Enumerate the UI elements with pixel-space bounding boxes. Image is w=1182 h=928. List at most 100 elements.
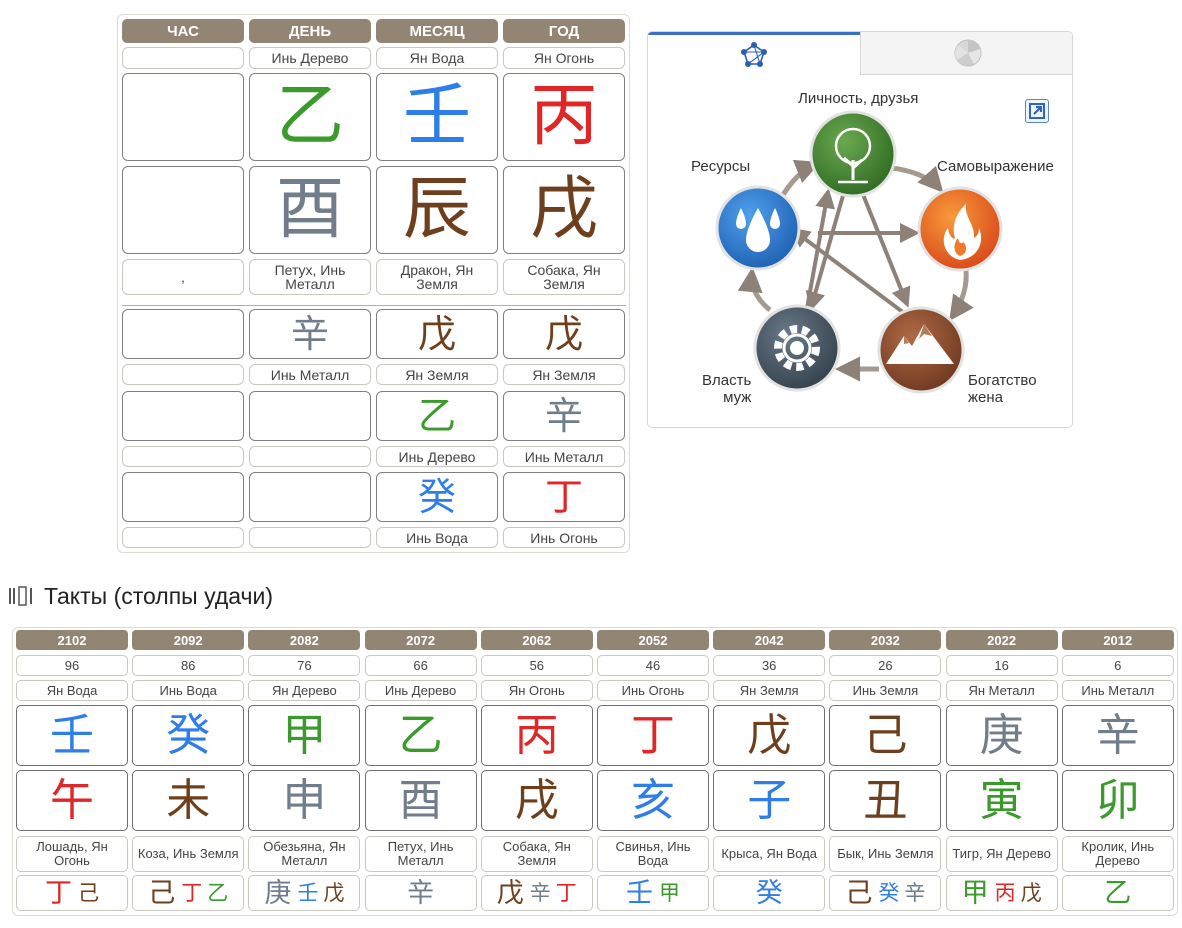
luck-stem-label: Инь Огонь bbox=[597, 680, 709, 701]
luck-branch[interactable]: 未 bbox=[132, 770, 245, 831]
luck-hidden-stems[interactable]: 己癸辛 bbox=[829, 875, 942, 911]
branch-month-text: 辰 bbox=[402, 170, 471, 249]
luck-hidden-stems[interactable]: 庚壬戊 bbox=[248, 875, 361, 911]
stem-day[interactable]: 乙 bbox=[249, 73, 371, 161]
luck-year-2052-text: 2052 bbox=[638, 632, 668, 648]
branch-label-year-text: Собака, Ян Земля bbox=[527, 262, 601, 292]
hidden-label-day-1: Инь Металл bbox=[249, 364, 371, 385]
luck-year-2082: 2082 bbox=[248, 630, 361, 650]
luck-branch-text: 亥 bbox=[631, 774, 675, 826]
stem-label-year-text: Ян Огонь bbox=[533, 50, 595, 66]
luck-year-2072-text: 2072 bbox=[406, 632, 436, 648]
luck-stem[interactable]: 辛 bbox=[1061, 705, 1174, 766]
luck-stem-label-text: Инь Дерево bbox=[384, 682, 457, 698]
branch-day[interactable]: 酉 bbox=[249, 166, 371, 254]
branch-day-text: 酉 bbox=[275, 170, 344, 249]
hidden-stem-day-1[interactable]: 辛 bbox=[249, 309, 371, 359]
stem-hour[interactable] bbox=[122, 73, 244, 161]
luck-age-text: 36 bbox=[761, 658, 777, 673]
luck-branch[interactable]: 寅 bbox=[945, 770, 1058, 831]
luck-branch-label: Собака, Ян Земля bbox=[480, 836, 593, 872]
luck-age: 36 bbox=[713, 655, 826, 676]
luck-hidden-stems[interactable]: 己丁乙 bbox=[132, 875, 245, 911]
luck-age-text: 26 bbox=[878, 658, 893, 673]
hidden-stem-year-2-text: 辛 bbox=[544, 394, 583, 438]
luck-year-2052: 2052 bbox=[597, 630, 709, 650]
luck-year-2102: 2102 bbox=[16, 630, 128, 650]
luck-branch[interactable]: 丑 bbox=[829, 770, 942, 831]
branch-hour[interactable] bbox=[122, 166, 244, 254]
luck-branch-label-text: Бык, Инь Земля bbox=[837, 846, 934, 861]
luck-stem[interactable]: 戊 bbox=[713, 705, 826, 766]
tree-icon bbox=[809, 110, 897, 198]
luck-stem[interactable]: 壬 bbox=[16, 705, 128, 766]
hidden-stem-day-3[interactable] bbox=[249, 472, 371, 522]
hidden-label-day-1-text: Инь Металл bbox=[270, 366, 350, 383]
luck-branch[interactable]: 子 bbox=[713, 770, 826, 831]
hidden-label-day-2 bbox=[249, 446, 371, 467]
luck-branch-text: 未 bbox=[166, 774, 211, 826]
luck-stem-text: 甲 bbox=[282, 709, 327, 761]
stem-year[interactable]: 丙 bbox=[503, 73, 625, 161]
branch-label-day: Петух, Инь Металл bbox=[249, 259, 371, 295]
luck-stem-label-text: Ян Вода bbox=[46, 682, 98, 698]
header-hour: ЧАС bbox=[122, 19, 244, 43]
luck-age: 76 bbox=[248, 655, 361, 676]
luck-stem[interactable]: 癸 bbox=[132, 705, 245, 766]
luck-stem[interactable]: 乙 bbox=[364, 705, 477, 766]
hidden-label-month-3: Инь Вода bbox=[376, 527, 498, 548]
hidden-stem-year-1[interactable]: 戊 bbox=[503, 309, 625, 359]
luck-hidden-stems[interactable]: 癸 bbox=[713, 875, 826, 911]
header-hour-text: ЧАС bbox=[167, 22, 199, 40]
luck-age-text: 86 bbox=[180, 658, 196, 673]
luck-stem-label-text: Инь Вода bbox=[159, 682, 217, 698]
luck-hidden-stems[interactable]: 甲丙戊 bbox=[945, 875, 1058, 911]
luck-stem[interactable]: 甲 bbox=[248, 705, 361, 766]
hidden-stem-year-3[interactable]: 丁 bbox=[503, 472, 625, 522]
luck-year-2082-text: 2082 bbox=[289, 632, 319, 648]
luck-stem[interactable]: 庚 bbox=[945, 705, 1058, 766]
luck-hidden-stem: 丁 bbox=[181, 880, 203, 905]
luck-stem-text: 庚 bbox=[979, 709, 1024, 761]
luck-branch[interactable]: 戌 bbox=[480, 770, 593, 831]
luck-branch-text: 子 bbox=[747, 774, 792, 826]
hidden-label-year-2-text: Инь Металл bbox=[524, 448, 604, 465]
luck-stem-label: Инь Металл bbox=[1061, 680, 1174, 701]
luck-stem-label: Инь Дерево bbox=[364, 680, 477, 701]
luck-hidden-stems[interactable]: 戊辛丁 bbox=[480, 875, 593, 911]
hidden-stem-hour-2[interactable] bbox=[122, 391, 244, 441]
luck-branch[interactable]: 亥 bbox=[597, 770, 709, 831]
hidden-stem-hour-1[interactable] bbox=[122, 309, 244, 359]
label-resources: Ресурсы bbox=[691, 158, 751, 175]
luck-branch[interactable]: 酉 bbox=[364, 770, 477, 831]
luck-hidden-stems[interactable]: 壬甲 bbox=[597, 875, 709, 911]
luck-hidden-stem: 癸 bbox=[755, 877, 783, 909]
branch-year[interactable]: 戌 bbox=[503, 166, 625, 254]
stem-month[interactable]: 壬 bbox=[376, 73, 498, 161]
luck-stem-text: 己 bbox=[863, 709, 908, 761]
luck-year-2032-text: 2032 bbox=[870, 632, 900, 648]
luck-stem-label-text: Ян Дерево bbox=[272, 682, 337, 698]
hidden-stem-hour-3[interactable] bbox=[122, 472, 244, 522]
luck-stem[interactable]: 丙 bbox=[480, 705, 593, 766]
luck-age: 46 bbox=[597, 655, 709, 676]
hidden-stem-month-3[interactable]: 癸 bbox=[376, 472, 498, 522]
luck-stem-text: 乙 bbox=[398, 709, 443, 761]
branch-month[interactable]: 辰 bbox=[376, 166, 498, 254]
luck-stem[interactable]: 丁 bbox=[597, 705, 709, 766]
luck-branch-text: 戌 bbox=[514, 774, 559, 826]
luck-stem[interactable]: 己 bbox=[829, 705, 942, 766]
luck-hidden-stems[interactable]: 辛 bbox=[364, 875, 477, 911]
luck-branch[interactable]: 午 bbox=[16, 770, 128, 831]
hidden-stem-day-2[interactable] bbox=[249, 391, 371, 441]
hidden-stem-month-1[interactable]: 戊 bbox=[376, 309, 498, 359]
luck-hidden-stems[interactable]: 乙 bbox=[1061, 875, 1174, 911]
hidden-label-day-3 bbox=[249, 527, 371, 548]
hidden-label-year-2: Инь Металл bbox=[503, 446, 625, 467]
luck-hidden-stems[interactable]: 丁己 bbox=[16, 875, 128, 911]
luck-branch[interactable]: 卯 bbox=[1061, 770, 1174, 831]
luck-hidden-stem: 戊 bbox=[496, 877, 524, 909]
luck-branch[interactable]: 申 bbox=[248, 770, 361, 831]
hidden-stem-year-2[interactable]: 辛 bbox=[503, 391, 625, 441]
hidden-stem-month-2[interactable]: 乙 bbox=[376, 391, 498, 441]
